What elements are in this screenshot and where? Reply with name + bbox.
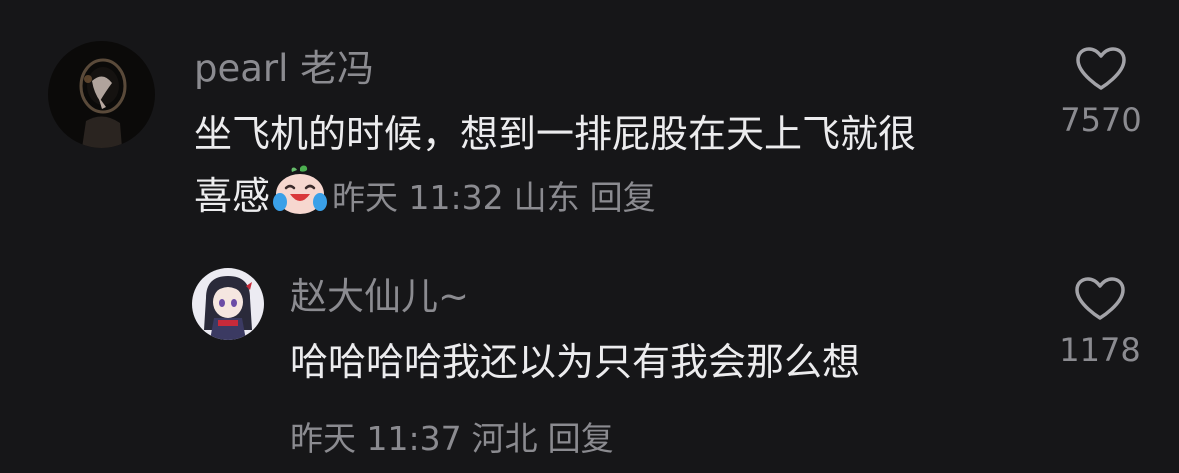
comment-username[interactable]: pearl 老冯 xyxy=(194,50,374,87)
avatar[interactable] xyxy=(192,268,264,340)
reply-text: 哈哈哈哈我还以为只有我会那么想 xyxy=(290,340,861,384)
reply-username[interactable]: 赵大仙儿~ xyxy=(290,278,469,315)
like-button[interactable]: 7570 xyxy=(1041,46,1161,136)
comment-text-line2: 喜感 xyxy=(194,174,271,218)
dark-portrait-avatar-icon xyxy=(48,41,155,148)
reply-location: 河北 xyxy=(471,419,538,458)
anime-girl-avatar-icon xyxy=(192,268,264,340)
comment-text-line1: 坐飞机的时候，想到一排屁股在天上飞就很 xyxy=(194,112,917,156)
comment-meta: 昨天 11:32 山东 回复 xyxy=(332,178,666,217)
comment-time: 昨天 11:32 xyxy=(332,178,504,217)
avatar[interactable] xyxy=(48,41,155,148)
reply-button[interactable]: 回复 xyxy=(590,178,656,217)
comment-item: pearl 老冯 坐飞机的时候，想到一排屁股在天上飞就很 喜感 昨天 11:32… xyxy=(0,0,1179,240)
reply-time: 昨天 11:37 xyxy=(290,419,462,458)
crying-laughing-emoji-icon xyxy=(272,164,328,233)
heart-icon xyxy=(1076,47,1126,90)
comment-text-line2-row: 喜感 昨天 11:32 山东 回复 xyxy=(194,164,1054,233)
reply-item: 赵大仙儿~ 哈哈哈哈我还以为只有我会那么想 昨天 11:37 河北 回复 1178 xyxy=(0,240,1179,473)
reply-meta: 昨天 11:37 河北 回复 xyxy=(290,412,624,460)
comment-text: 坐飞机的时候，想到一排屁股在天上飞就很 喜感 昨天 11:32 山东 回复 xyxy=(194,104,1054,233)
like-count: 1178 xyxy=(1059,331,1141,369)
reply-button[interactable]: 回复 xyxy=(548,419,614,458)
like-button[interactable]: 1178 xyxy=(1040,276,1160,366)
heart-icon xyxy=(1075,277,1125,320)
comment-location: 山东 xyxy=(513,178,580,217)
like-count: 7570 xyxy=(1060,101,1142,139)
